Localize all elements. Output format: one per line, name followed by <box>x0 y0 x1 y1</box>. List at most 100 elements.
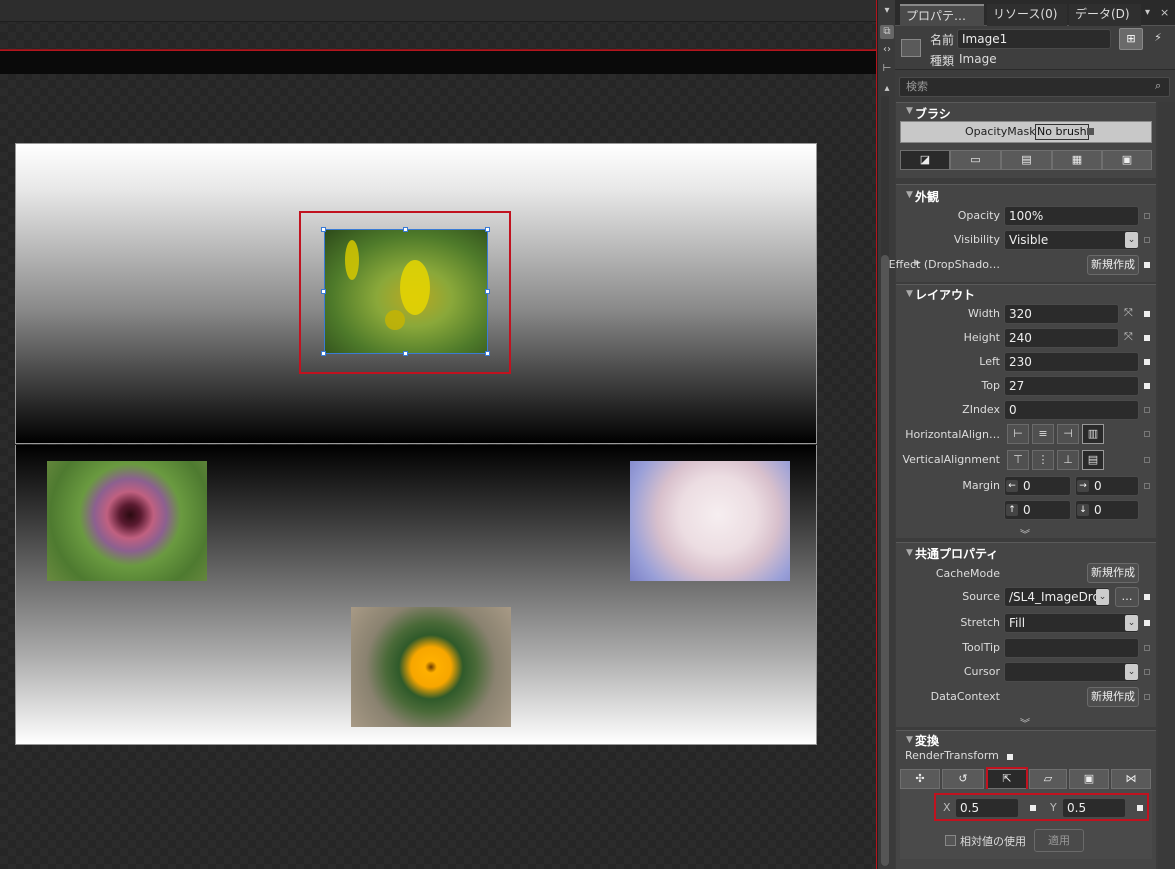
layers-icon[interactable]: ⧉ <box>880 25 894 39</box>
chevron-down-icon[interactable]: ⌄ <box>1125 664 1138 680</box>
rotate-tab-icon[interactable]: ↺ <box>942 769 984 789</box>
align-right-icon[interactable]: ⊣ <box>1057 424 1079 444</box>
tab-properties[interactable]: プロパテ… × <box>900 4 984 44</box>
panel-scrollbar[interactable] <box>1158 102 1175 869</box>
advanced-options-icon[interactable] <box>1007 754 1013 760</box>
center-y-field[interactable]: 0.5 <box>1062 798 1126 818</box>
resize-handle[interactable] <box>321 289 326 294</box>
advanced-options-icon[interactable] <box>1144 213 1150 219</box>
ruler-icon[interactable]: ⊢ <box>880 62 894 76</box>
resource-brush-button[interactable]: ▣ <box>1102 150 1152 170</box>
relative-values-checkbox[interactable] <box>945 835 956 846</box>
chevron-down-icon[interactable]: ⌄ <box>1125 615 1138 631</box>
advanced-options-icon[interactable] <box>1144 311 1150 317</box>
translate-tab-icon[interactable]: ✣ <box>900 769 940 789</box>
align-bottom-icon[interactable]: ⊥ <box>1057 450 1079 470</box>
advanced-options-icon[interactable] <box>1144 620 1150 626</box>
apply-button[interactable]: 適用 <box>1034 829 1084 852</box>
resize-handle[interactable] <box>485 227 490 232</box>
tile-brush-button[interactable]: ▦ <box>1052 150 1102 170</box>
expand-more-icon[interactable]: ︾ <box>1020 526 1030 541</box>
collapse-arrow-icon[interactable]: ▼ <box>906 289 913 299</box>
tab-resources[interactable]: リソース(0) <box>987 4 1067 26</box>
auto-size-icon[interactable]: ⤧ <box>1124 306 1133 320</box>
name-field[interactable]: Image1 <box>957 29 1111 49</box>
advanced-options-icon[interactable] <box>1144 383 1150 389</box>
advanced-options-icon[interactable] <box>1087 128 1094 135</box>
tab-label: データ(D) <box>1075 7 1130 21</box>
chevron-down-icon[interactable]: ⌄ <box>1125 232 1138 248</box>
flip-tab-icon[interactable]: ⋈ <box>1111 769 1151 789</box>
advanced-options-icon[interactable] <box>1144 262 1150 268</box>
properties-view-icon[interactable]: ⊞ <box>1119 28 1143 50</box>
cachemode-new-button[interactable]: 新規作成 <box>1087 563 1139 583</box>
opacity-mask-row[interactable]: OpacityMask No brush <box>900 121 1152 143</box>
scrollbar-thumb[interactable] <box>881 255 889 866</box>
image-poppy-flower[interactable] <box>47 461 207 581</box>
top-field[interactable]: 27 <box>1004 376 1139 396</box>
advanced-options-icon[interactable] <box>1144 594 1150 600</box>
center-x-field[interactable]: 0.5 <box>955 798 1019 818</box>
resize-handle[interactable] <box>485 351 490 356</box>
align-top-icon[interactable]: ⊤ <box>1007 450 1029 470</box>
advanced-options-icon[interactable] <box>1144 457 1150 463</box>
collapse-arrow-icon[interactable]: ▼ <box>906 106 913 116</box>
visibility-select[interactable]: Visible <box>1004 230 1139 250</box>
advanced-options-icon[interactable] <box>1144 335 1150 341</box>
advanced-options-icon[interactable] <box>1144 431 1150 437</box>
advanced-options-icon[interactable] <box>1144 483 1150 489</box>
resize-handle[interactable] <box>321 227 326 232</box>
align-middle-icon[interactable]: ⋮ <box>1032 450 1054 470</box>
scale-tab-icon[interactable]: ▣ <box>1069 769 1109 789</box>
tooltip-field[interactable] <box>1004 638 1139 658</box>
width-field[interactable]: 320 <box>1004 304 1119 324</box>
pin-icon[interactable]: ▾ <box>1145 7 1150 18</box>
align-vstretch-icon[interactable]: ▤ <box>1082 450 1104 470</box>
align-stretch-icon[interactable]: ▥ <box>1082 424 1104 444</box>
gradient-brush-button[interactable]: ▤ <box>1001 150 1052 170</box>
search-input[interactable]: 検索 <box>899 77 1170 97</box>
left-field[interactable]: 230 <box>1004 352 1139 372</box>
advanced-options-icon[interactable] <box>1137 805 1143 811</box>
code-view-icon[interactable]: ‹› <box>880 43 894 57</box>
advanced-options-icon[interactable] <box>1144 237 1150 243</box>
align-center-icon[interactable]: ≡ <box>1032 424 1054 444</box>
opacity-field[interactable]: 100% <box>1004 206 1139 226</box>
advanced-options-icon[interactable] <box>1144 669 1150 675</box>
skew-tab-icon[interactable]: ▱ <box>1029 769 1067 789</box>
collapse-arrow-icon[interactable]: ▼ <box>906 735 913 745</box>
source-field[interactable]: /SL4_ImageDro <box>1004 587 1110 607</box>
collapse-arrow-icon[interactable]: ▼ <box>906 548 913 558</box>
solid-brush-button[interactable]: ▭ <box>950 150 1001 170</box>
advanced-options-icon[interactable] <box>1144 359 1150 365</box>
image-cherry-blossom[interactable] <box>630 461 790 581</box>
scroll-up-icon[interactable]: ▴ <box>880 82 894 96</box>
image-marigold-flower[interactable] <box>351 607 511 727</box>
no-brush-button[interactable]: ◪ <box>900 150 950 170</box>
datacontext-new-button[interactable]: 新規作成 <box>1087 687 1139 707</box>
expand-more-icon[interactable]: ︾ <box>1020 715 1030 730</box>
resize-handle[interactable] <box>485 289 490 294</box>
resize-handle[interactable] <box>403 351 408 356</box>
effect-new-button[interactable]: 新規作成 <box>1087 255 1139 275</box>
height-field[interactable]: 240 <box>1004 328 1119 348</box>
advanced-options-icon[interactable] <box>1144 645 1150 651</box>
collapse-arrow-icon[interactable]: ▼ <box>906 190 913 200</box>
advanced-options-icon[interactable] <box>1030 805 1036 811</box>
advanced-options-icon[interactable] <box>1144 407 1150 413</box>
resize-handle[interactable] <box>321 351 326 356</box>
events-view-icon[interactable]: ⚡ <box>1147 28 1169 50</box>
resize-handle[interactable] <box>403 227 408 232</box>
advanced-options-icon[interactable] <box>1144 694 1150 700</box>
auto-size-icon[interactable]: ⤧ <box>1124 330 1133 344</box>
dropdown-icon[interactable]: ▾ <box>880 4 894 18</box>
selection-adorner[interactable] <box>324 229 488 354</box>
tab-data[interactable]: データ(D) <box>1069 4 1141 26</box>
stretch-select[interactable]: Fill <box>1004 613 1139 633</box>
align-left-icon[interactable]: ⊢ <box>1007 424 1029 444</box>
zindex-field[interactable]: 0 <box>1004 400 1139 420</box>
source-browse-button[interactable]: … <box>1115 587 1139 607</box>
cursor-select[interactable] <box>1004 662 1139 682</box>
chevron-down-icon[interactable]: ⌄ <box>1096 589 1109 605</box>
close-panel-icon[interactable]: × <box>1160 6 1169 19</box>
